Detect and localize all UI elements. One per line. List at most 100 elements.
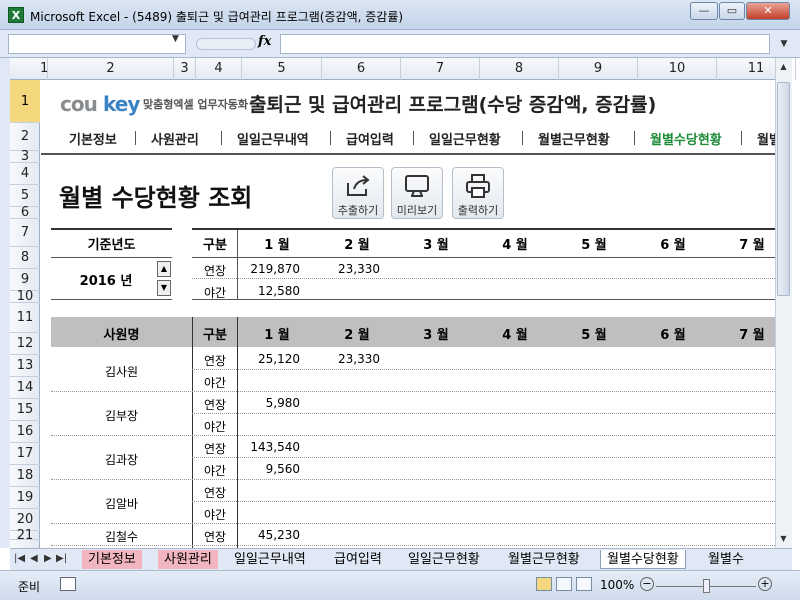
employee-name[interactable]: 김과장 xyxy=(51,451,192,468)
sheet-tab[interactable]: 사원관리 xyxy=(158,550,218,569)
row-header[interactable]: 3 xyxy=(10,150,40,163)
row-header[interactable]: 9 xyxy=(10,269,40,291)
detail-row-divider xyxy=(192,457,775,458)
chevron-down-icon[interactable]: ▼ xyxy=(172,34,179,44)
column-header[interactable]: 4 xyxy=(196,58,242,80)
employee-name[interactable]: 김부장 xyxy=(51,407,192,424)
menu-item[interactable]: 월별수당현황 xyxy=(650,129,722,148)
zoom-slider-thumb[interactable] xyxy=(703,579,710,593)
macro-record-icon[interactable] xyxy=(60,577,76,591)
prev-sheet-icon[interactable]: ◀ xyxy=(30,553,38,564)
expand-formula-icon[interactable]: ▼ xyxy=(776,34,792,54)
close-button[interactable]: ✕ xyxy=(746,2,790,20)
row-header[interactable]: 4 xyxy=(10,163,40,185)
zoom-in-icon[interactable]: + xyxy=(758,577,772,591)
detail-value-cell[interactable]: 25,120 xyxy=(237,352,300,366)
restore-button[interactable]: ▭ xyxy=(719,2,745,20)
sheet-tab[interactable]: 일일근무내역 xyxy=(228,550,312,569)
column-header[interactable]: 7 xyxy=(401,58,480,80)
row-header[interactable]: 17 xyxy=(10,443,40,465)
row-header[interactable]: 19 xyxy=(10,487,40,509)
scroll-up-icon[interactable]: ▲ xyxy=(777,60,790,74)
worksheet[interactable]: cou key 맞춤형엑셀 업무자동화 출퇴근 및 급여관리 프로그램(수당 증… xyxy=(41,81,775,548)
last-sheet-icon[interactable]: ▶| xyxy=(56,553,67,564)
row-header[interactable]: 16 xyxy=(10,421,40,443)
column-header[interactable]: 1 xyxy=(40,58,48,80)
zoom-out-icon[interactable]: − xyxy=(640,577,654,591)
menu-item[interactable]: 기본정보 xyxy=(69,129,117,148)
row-header[interactable]: 12 xyxy=(10,333,40,355)
column-header[interactable]: 9 xyxy=(559,58,638,80)
detail-value-cell[interactable]: 9,560 xyxy=(237,462,300,476)
preview-button[interactable]: 미리보기 xyxy=(391,167,443,219)
sheet-tab[interactable]: 급여입력 xyxy=(328,550,388,569)
menu-item[interactable]: 일일근무내역 xyxy=(237,129,309,148)
export-label: 추출하기 xyxy=(337,204,379,217)
column-header[interactable]: 8 xyxy=(480,58,559,80)
sheet-tab[interactable]: 월별수 xyxy=(702,550,750,569)
detail-value-cell[interactable]: 5,980 xyxy=(237,396,300,410)
row-header[interactable]: 2 xyxy=(10,123,40,151)
detail-month-header: 6 월 xyxy=(660,328,686,343)
summary-value-cell[interactable]: 23,330 xyxy=(317,262,380,276)
normal-view-icon[interactable] xyxy=(536,577,552,591)
menu-item[interactable]: 사원관리 xyxy=(151,129,199,148)
detail-month-header: 3 월 xyxy=(423,328,449,343)
row-header[interactable]: 7 xyxy=(10,219,40,247)
row-header[interactable]: 18 xyxy=(10,465,40,487)
detail-row-divider xyxy=(51,479,775,480)
column-headers: 1 2 3 4 5 6 7 8 9 10 11 xyxy=(10,58,796,80)
column-header[interactable]: 5 xyxy=(242,58,322,80)
column-header[interactable]: 10 xyxy=(638,58,717,80)
row-header[interactable]: 6 xyxy=(10,206,40,219)
print-button[interactable]: 출력하기 xyxy=(452,167,504,219)
insert-function-icon[interactable]: fx xyxy=(258,34,271,49)
page-layout-view-icon[interactable] xyxy=(556,577,572,591)
zoom-level[interactable]: 100% xyxy=(600,578,634,592)
page-break-view-icon[interactable] xyxy=(576,577,592,591)
row-header[interactable]: 15 xyxy=(10,399,40,421)
employee-name[interactable]: 김철수 xyxy=(51,528,192,545)
menu-item[interactable]: 월별근무현황 xyxy=(538,129,610,148)
scroll-down-icon[interactable]: ▼ xyxy=(777,532,790,546)
minimize-button[interactable]: — xyxy=(690,2,718,20)
detail-month-header: 2 월 xyxy=(344,328,370,343)
detail-value-cell[interactable]: 23,330 xyxy=(317,352,380,366)
year-down-icon[interactable]: ▼ xyxy=(157,280,171,296)
row-header[interactable]: 8 xyxy=(10,247,40,269)
menu-item[interactable]: 일일근무현황 xyxy=(429,129,501,148)
row-header[interactable]: 21 xyxy=(10,529,40,542)
logo-key: key xyxy=(103,92,140,116)
summary-value-cell[interactable]: 219,870 xyxy=(237,262,300,276)
column-header[interactable]: 2 xyxy=(48,58,174,80)
sheet-tab[interactable]: 월별근무현황 xyxy=(502,550,586,569)
next-sheet-icon[interactable]: ▶ xyxy=(44,553,52,564)
first-sheet-icon[interactable]: |◀ xyxy=(14,553,25,564)
employee-name[interactable]: 김사원 xyxy=(51,363,192,380)
detail-value-cell[interactable]: 143,540 xyxy=(237,440,300,454)
menu-item[interactable]: 급여입력 xyxy=(346,129,394,148)
employee-name[interactable]: 김알바 xyxy=(51,495,192,512)
row-header[interactable]: 10 xyxy=(10,290,40,303)
menu-item[interactable]: 월별 xyxy=(757,129,775,148)
row-header[interactable]: 14 xyxy=(10,377,40,399)
detail-month-header: 5 월 xyxy=(581,328,607,343)
column-header[interactable]: 6 xyxy=(322,58,401,80)
excel-app-icon[interactable]: X xyxy=(8,7,24,23)
sheet-tab[interactable]: 일일근무현황 xyxy=(402,550,486,569)
sheet-tab[interactable]: 기본정보 xyxy=(82,550,142,569)
detail-value-cell[interactable]: 45,230 xyxy=(237,528,300,542)
row-header[interactable]: 11 xyxy=(10,303,40,333)
row-header[interactable]: 5 xyxy=(10,185,40,207)
name-box[interactable] xyxy=(8,34,186,54)
formula-bar: ▼ fx ▼ xyxy=(0,30,800,58)
vertical-scroll-thumb[interactable] xyxy=(777,82,790,296)
year-up-icon[interactable]: ▲ xyxy=(157,261,171,277)
export-button[interactable]: 추출하기 xyxy=(332,167,384,219)
row-header[interactable]: 1 xyxy=(10,80,40,123)
column-header[interactable]: 3 xyxy=(174,58,196,80)
summary-value-cell[interactable]: 12,580 xyxy=(237,284,300,298)
sheet-tab[interactable]: 월별수당현황 xyxy=(600,550,686,569)
row-header[interactable]: 13 xyxy=(10,355,40,377)
formula-input[interactable] xyxy=(280,34,770,54)
